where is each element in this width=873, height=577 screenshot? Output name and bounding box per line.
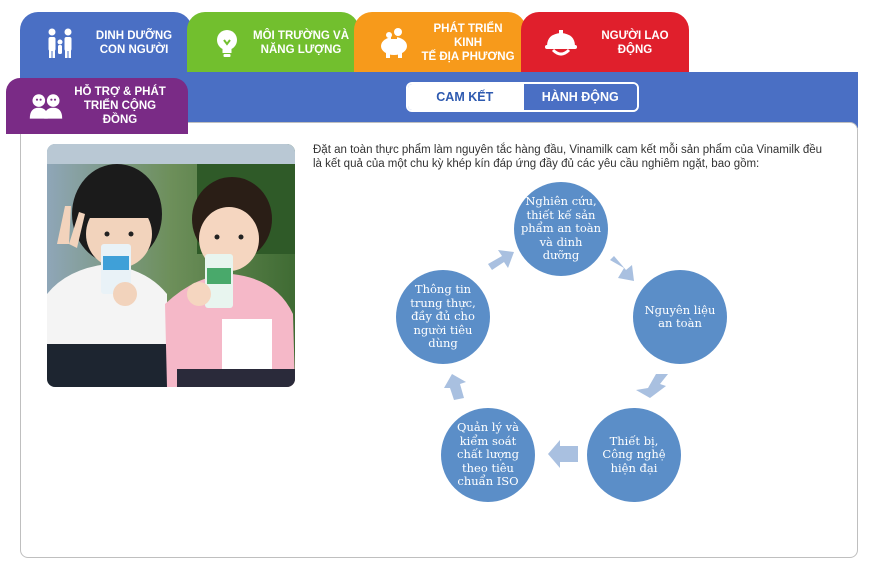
lightbulb-icon (209, 25, 245, 61)
children-milk-photo (47, 144, 295, 387)
tab-dinh-duong[interactable]: DINH DƯỠNG CON NGƯỜI (20, 12, 192, 74)
tab-label: MÔI TRƯỜNG VÀ NĂNG LƯỢNG (253, 30, 350, 56)
arrow-icon (548, 440, 578, 468)
cycle-step-research: Nghiên cứu, thiết kế sản phẩm an toàn và… (514, 182, 608, 276)
tab-label: NGƯỜI LAO ĐỘNG (601, 30, 669, 56)
subtab-switcher: CAM KẾT HÀNH ĐỘNG (406, 82, 639, 112)
arrow-icon (488, 250, 514, 270)
tab-phat-trien-kinh-te[interactable]: PHÁT TRIỂN KINH TẾ ĐỊA PHƯƠNG (354, 12, 526, 74)
cycle-step-equipment: Thiết bị, Công nghệ hiện đại (587, 408, 681, 502)
cycle-step-ingredients: Nguyên liệu an toàn (633, 270, 727, 364)
subtab-cam-ket[interactable]: CAM KẾT (408, 84, 522, 110)
tab-moi-truong[interactable]: MÔI TRƯỜNG VÀ NĂNG LƯỢNG (187, 12, 359, 74)
tab-label: PHÁT TRIỂN KINH TẾ ĐỊA PHƯƠNG (421, 23, 515, 63)
intro-text: Đặt an toàn thực phẩm làm nguyên tắc hàn… (313, 144, 823, 170)
arrow-icon (610, 256, 634, 281)
tab-label: HỖ TRỢ & PHÁT TRIỂN CỘNG ĐỒNG (74, 86, 166, 126)
tab-label: DINH DƯỠNG CON NGƯỜI (95, 30, 173, 56)
helmet-icon (543, 25, 579, 61)
cycle-step-information: Thông tin trung thực, đầy đủ cho người t… (396, 270, 490, 364)
people-icon (28, 88, 64, 124)
page: DINH DƯỠNG CON NGƯỜI MÔI TRƯỜNG VÀ NĂNG LƯ… (0, 0, 873, 577)
cycle-diagram: Nghiên cứu, thiết kế sản phẩm an toàn và… (380, 178, 740, 508)
cycle-step-quality: Quản lý và kiểm soát chất lượng theo tiê… (441, 408, 535, 502)
family-icon (42, 25, 78, 61)
arrow-icon (444, 374, 466, 400)
arrow-icon (636, 374, 668, 398)
tab-ho-tro-cong-dong[interactable]: HỖ TRỢ & PHÁT TRIỂN CỘNG ĐỒNG (6, 78, 188, 134)
subtab-hanh-dong[interactable]: HÀNH ĐỘNG (521, 84, 637, 110)
piggy-bank-icon (376, 25, 412, 61)
tab-nguoi-lao-dong[interactable]: NGƯỜI LAO ĐỘNG (521, 12, 689, 74)
